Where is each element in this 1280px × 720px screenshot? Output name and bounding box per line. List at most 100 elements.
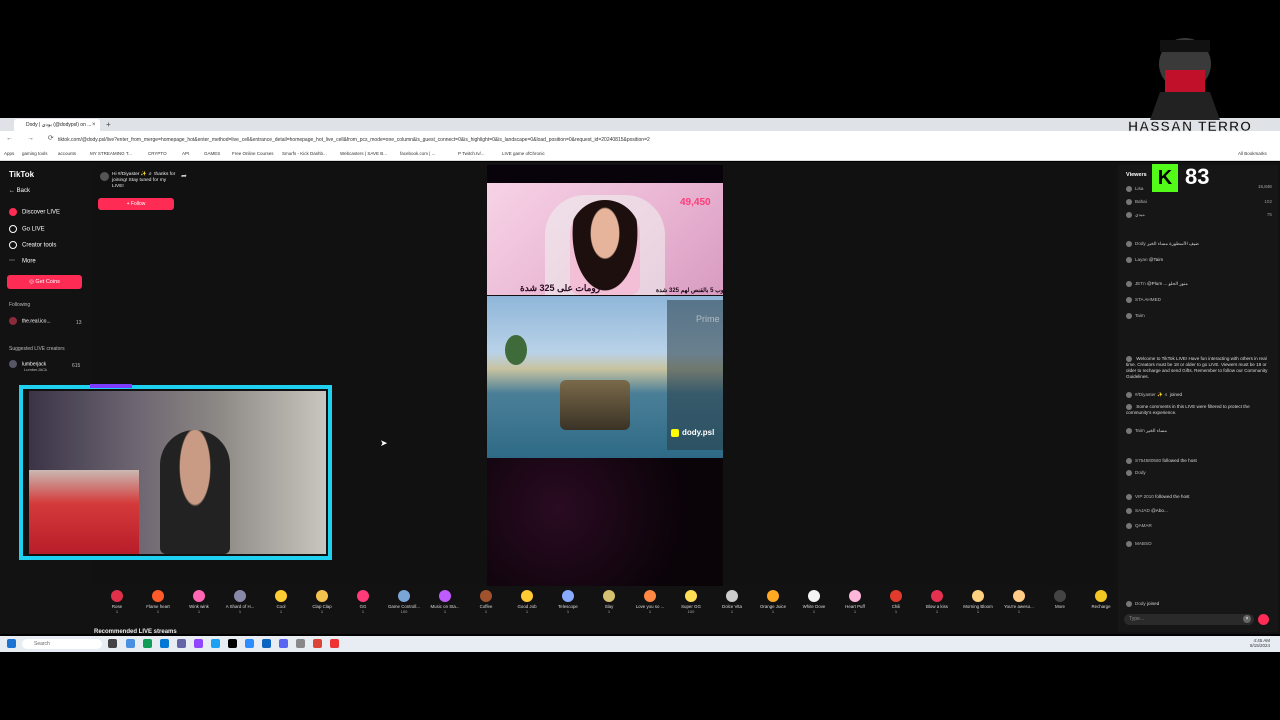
avatar[interactable] xyxy=(1126,241,1132,247)
taskbar-search[interactable]: Search xyxy=(22,639,102,649)
chat-username[interactable]: QAMAR xyxy=(1135,523,1152,528)
gift-item[interactable]: Morning Bloom 1 xyxy=(958,590,998,614)
following-user[interactable]: the.real.ico... xyxy=(9,317,51,325)
chat-username[interactable]: Taim xyxy=(1135,313,1145,318)
app-icon[interactable] xyxy=(296,639,305,648)
gift-item[interactable]: Heart Puff 1 xyxy=(835,590,875,614)
x-icon[interactable] xyxy=(228,639,237,648)
gift-item[interactable]: Love you so ... 1 xyxy=(630,590,670,614)
share-icon[interactable]: ➦ xyxy=(181,172,187,180)
gift-item[interactable]: Coffee 1 xyxy=(466,590,506,614)
gift-item[interactable]: A Shard of H... 1 xyxy=(220,590,260,614)
back-button[interactable]: ← Back xyxy=(9,188,30,194)
discord-icon[interactable] xyxy=(279,639,288,648)
avatar[interactable] xyxy=(1126,257,1132,263)
bookmark-item[interactable]: facebook.com | ... xyxy=(400,148,435,160)
avatar[interactable] xyxy=(1126,313,1132,319)
app-icon[interactable] xyxy=(143,639,152,648)
teams-icon[interactable] xyxy=(177,639,186,648)
sidebar-item-creator-tools[interactable]: Creator tools xyxy=(9,241,56,249)
chat-username[interactable]: Dody xyxy=(1135,601,1146,606)
gift-item[interactable]: You're aweso... 1 xyxy=(999,590,1039,614)
brave-icon[interactable] xyxy=(330,639,339,648)
chat-username[interactable]: STA AHMED xyxy=(1135,297,1161,302)
chat-username[interactable]: VIP 2010 xyxy=(1135,494,1154,499)
new-tab-icon[interactable]: + xyxy=(106,119,111,131)
gift-item[interactable]: Super GG 100 xyxy=(671,590,711,614)
gift-item[interactable]: Orange Juice 1 xyxy=(753,590,793,614)
avatar[interactable] xyxy=(1126,281,1132,287)
sidebar-item-discover-live[interactable]: Discover LIVE xyxy=(9,208,60,216)
avatar[interactable] xyxy=(1126,428,1132,434)
chat-username[interactable]: Lisa xyxy=(1135,186,1143,191)
gift-item[interactable]: Good Job 1 xyxy=(507,590,547,614)
bookmark-item[interactable]: LIVE game ofChronic xyxy=(502,148,545,160)
gift-item[interactable]: Slay 1 xyxy=(589,590,629,614)
gift-item[interactable]: Blow a kiss 1 xyxy=(917,590,957,614)
browser-nav-buttons[interactable]: ← → ⟳ xyxy=(6,134,60,142)
chat-username[interactable]: MABSO xyxy=(1135,541,1152,546)
avatar[interactable] xyxy=(1126,297,1132,303)
follow-button[interactable]: + Follow xyxy=(98,198,174,210)
chat-username[interactable]: Dody xyxy=(1135,241,1146,246)
gift-item[interactable]: Wink wink 1 xyxy=(179,590,219,614)
avatar[interactable] xyxy=(1126,494,1132,500)
sidebar-item-more[interactable]: ⋯ More xyxy=(9,257,36,265)
all-bookmarks[interactable]: All Bookmarks xyxy=(1238,148,1267,160)
chat-input[interactable]: Type... xyxy=(1124,614,1254,625)
gift-item[interactable]: White Dove 1 xyxy=(794,590,834,614)
gift-item[interactable]: Recharge xyxy=(1081,590,1121,609)
avatar[interactable] xyxy=(1126,541,1132,547)
bookmark-item[interactable]: Webcasters | SAVE B... xyxy=(340,148,387,160)
twitch-icon[interactable] xyxy=(194,639,203,648)
gift-item[interactable]: GG 1 xyxy=(343,590,383,614)
app-icon[interactable] xyxy=(245,639,254,648)
avatar[interactable] xyxy=(1126,523,1132,529)
chat-username[interactable]: Layan xyxy=(1135,257,1148,262)
chat-username[interactable]: SAJAD xyxy=(1135,508,1150,513)
gift-item[interactable]: Rose 1 xyxy=(97,590,137,614)
tiktok-logo[interactable]: TikTok xyxy=(9,170,34,179)
viewers-tab[interactable]: Viewers xyxy=(1126,172,1147,178)
avatar[interactable] xyxy=(1126,392,1132,398)
bookmark-item[interactable]: Apps xyxy=(4,148,14,160)
bookmark-item[interactable]: GAMES xyxy=(204,148,220,160)
browser-tab[interactable]: Dody | بودي (@dodypsl) on ... xyxy=(14,119,100,131)
sidebar-item-go-live[interactable]: Go LIVE xyxy=(9,225,45,233)
avatar[interactable] xyxy=(1126,404,1132,410)
avatar[interactable] xyxy=(1126,470,1132,476)
bookmark-item[interactable]: accounts xyxy=(58,148,76,160)
tab-close-icon[interactable]: × xyxy=(92,119,96,131)
chat-username[interactable]: #/Diyaster ✨ ♬ xyxy=(1135,392,1169,397)
bookmark-item[interactable]: Free Online Courses xyxy=(232,148,274,160)
avatar[interactable] xyxy=(1126,508,1132,514)
bookmark-item[interactable]: API xyxy=(182,148,189,160)
get-coins-button[interactable]: ◎ Get Coins xyxy=(7,275,82,289)
app-icon[interactable] xyxy=(211,639,220,648)
linkedin-icon[interactable] xyxy=(262,639,271,648)
bookmark-item[interactable]: Smurfs - Kick Dashb... xyxy=(282,148,327,160)
task-view-icon[interactable] xyxy=(108,639,117,648)
chat-username[interactable]: ميدي xyxy=(1135,212,1145,217)
mail-icon[interactable] xyxy=(160,639,169,648)
chat-username[interactable]: Taim xyxy=(1135,428,1145,433)
avatar[interactable] xyxy=(1126,212,1132,218)
gift-item[interactable]: Game Controll... 100 xyxy=(384,590,424,614)
avatar[interactable] xyxy=(1126,356,1132,362)
chat-username[interactable]: Dody xyxy=(1135,470,1146,475)
gift-item[interactable]: Music on Sta... 1 xyxy=(425,590,465,614)
bookmark-item[interactable]: CRYPTO xyxy=(148,148,167,160)
url-field[interactable]: tiktok.com/@dody.psl/live?enter_from_mer… xyxy=(58,135,1138,145)
gift-item[interactable]: More xyxy=(1040,590,1080,609)
avatar[interactable] xyxy=(1126,199,1132,205)
gift-item[interactable]: Cool 1 xyxy=(261,590,301,614)
edge-icon[interactable] xyxy=(126,639,135,648)
chat-username[interactable]: JETn xyxy=(1135,281,1146,286)
windows-start-icon[interactable] xyxy=(7,639,16,648)
bookmark-item[interactable]: P Twitch.tv/... xyxy=(458,148,485,160)
chrome-icon[interactable] xyxy=(313,639,322,648)
chat-username[interactable]: Bahai xyxy=(1135,199,1147,204)
bookmark-item[interactable]: gaming tools xyxy=(22,148,48,160)
chat-username[interactable]: S754580560 xyxy=(1135,458,1161,463)
gift-item[interactable]: Clap Clap 1 xyxy=(302,590,342,614)
